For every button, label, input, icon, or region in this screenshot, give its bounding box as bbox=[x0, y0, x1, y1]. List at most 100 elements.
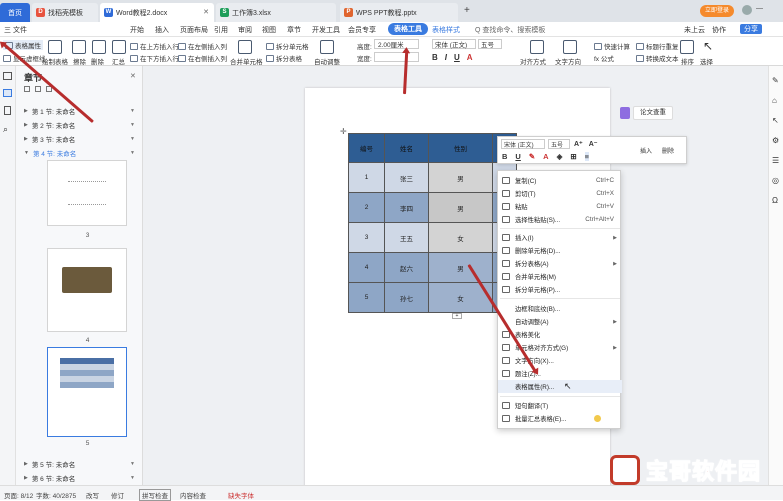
section-item[interactable]: ▶ 第 5 节: 未命名 ▼ bbox=[24, 459, 135, 469]
table-cell[interactable]: 男 bbox=[428, 162, 493, 193]
search-icon[interactable]: ⌕ bbox=[3, 124, 8, 135]
merge-cells-icon[interactable] bbox=[238, 40, 252, 54]
menu-item-split-table[interactable]: 拆分表格(A) ▶ bbox=[498, 257, 622, 270]
highlight-icon[interactable]: ✎ bbox=[529, 152, 535, 161]
shrink-font-icon[interactable]: A⁻ bbox=[589, 140, 598, 148]
grow-font-icon[interactable]: A⁺ bbox=[574, 140, 583, 148]
menu-member[interactable]: 会员专享 bbox=[348, 25, 376, 35]
minimize-icon[interactable]: — bbox=[756, 5, 763, 12]
split-cells-button[interactable]: 拆分单元格 bbox=[266, 41, 309, 51]
font-color-icon[interactable]: A bbox=[467, 53, 473, 62]
quick-calc-button[interactable]: 快速计算 bbox=[594, 41, 630, 51]
menu-item-insert[interactable]: 插入(I) ▶ bbox=[498, 231, 622, 244]
thesis-check-button[interactable]: 论文查重 bbox=[633, 106, 673, 120]
section-item[interactable]: ▶ 第 3 节: 未命名 ▼ bbox=[24, 134, 135, 144]
mini-font-select[interactable]: 宋体 (正文) bbox=[501, 139, 545, 149]
file-menu[interactable]: 三 文件 bbox=[4, 25, 27, 35]
insert-col-right-button[interactable]: 在右侧插入列 bbox=[178, 53, 227, 63]
table-cell[interactable]: 王五 bbox=[384, 222, 429, 253]
menu-home[interactable]: 开始 bbox=[130, 25, 144, 35]
bold-icon[interactable]: B bbox=[502, 152, 507, 161]
insert-row-above-button[interactable]: 在上方插入行 bbox=[130, 41, 179, 51]
tab-home[interactable]: 首页 bbox=[0, 3, 30, 22]
add-row-icon[interactable]: + bbox=[452, 313, 462, 319]
settings-icon[interactable]: ⚙ bbox=[772, 136, 779, 145]
repeat-header-button[interactable]: 标题行重复 bbox=[636, 41, 679, 51]
avatar[interactable] bbox=[742, 5, 752, 15]
align-icon[interactable] bbox=[530, 40, 544, 54]
menu-layout[interactable]: 页面布局 bbox=[180, 25, 208, 35]
align-icon[interactable]: ≡ bbox=[584, 152, 590, 161]
table-cell[interactable]: 3 bbox=[348, 222, 385, 253]
share-button[interactable]: 分享 bbox=[740, 24, 762, 34]
convert-text-button[interactable]: 转换成文本 bbox=[636, 53, 679, 63]
menu-item-delete-cells[interactable]: 删除单元格(D)... bbox=[498, 244, 622, 257]
search-commands[interactable]: Q 查找命令、搜索模板 bbox=[475, 25, 545, 35]
collapse-icon[interactable] bbox=[24, 86, 30, 92]
height-input[interactable]: 2.00厘米 bbox=[374, 39, 419, 49]
login-button[interactable]: 立即登录 bbox=[700, 5, 735, 17]
underline-icon[interactable]: U bbox=[454, 53, 460, 62]
menu-chapter[interactable]: 章节 bbox=[287, 25, 301, 35]
menu-item-paste[interactable]: 粘贴 Ctrl+V bbox=[498, 200, 622, 213]
menu-review[interactable]: 审阅 bbox=[238, 25, 252, 35]
shading-icon[interactable]: ◈ bbox=[557, 152, 563, 161]
table-cell[interactable]: 李四 bbox=[384, 192, 429, 223]
page-thumbnail[interactable] bbox=[47, 160, 127, 226]
select-cursor-icon[interactable]: ↖ bbox=[703, 39, 713, 53]
insert-row-below-button[interactable]: 在下方插入行 bbox=[130, 53, 179, 63]
font-color-icon[interactable]: A bbox=[543, 152, 548, 161]
outline-icon[interactable] bbox=[3, 72, 12, 80]
table-move-handle-icon[interactable]: ✛ bbox=[340, 127, 347, 136]
page-thumbnail[interactable] bbox=[47, 248, 127, 332]
width-input[interactable] bbox=[374, 52, 419, 62]
close-icon[interactable]: ✕ bbox=[130, 72, 136, 80]
spell-check-toggle[interactable]: 拼写检查 bbox=[139, 489, 171, 501]
menu-item-copy[interactable]: 复制(C) Ctrl+C bbox=[498, 174, 622, 187]
menu-item-batch-summary[interactable]: 批量汇总表格(E)... bbox=[498, 412, 622, 425]
section-item[interactable]: ▶ 第 2 节: 未命名 ▼ bbox=[24, 120, 135, 130]
size-select[interactable]: 五号 bbox=[478, 39, 502, 49]
table-header[interactable]: 编号 bbox=[348, 133, 385, 163]
eraser-icon[interactable] bbox=[72, 40, 86, 54]
insert-col-left-button[interactable]: 在左侧插入列 bbox=[178, 41, 227, 51]
bold-icon[interactable]: B bbox=[432, 53, 438, 62]
new-tab-button[interactable]: + bbox=[464, 5, 470, 16]
table-cell[interactable]: 5 bbox=[348, 282, 385, 313]
menu-references[interactable]: 引用 bbox=[214, 25, 228, 35]
shape-icon[interactable]: ⌂ bbox=[772, 96, 777, 105]
section-item[interactable]: ▶ 第 1 节: 未命名 ▼ bbox=[24, 106, 135, 116]
auto-fit-icon[interactable] bbox=[320, 40, 334, 54]
delete-icon[interactable] bbox=[92, 40, 106, 54]
menu-item-cut[interactable]: 剪切(T) Ctrl+X bbox=[498, 187, 622, 200]
overwrite-toggle[interactable]: 改写 bbox=[86, 490, 99, 500]
table-cell[interactable]: 女 bbox=[428, 222, 493, 253]
expand-icon[interactable] bbox=[35, 86, 41, 92]
content-check-toggle[interactable]: 内容检查 bbox=[180, 490, 206, 500]
pointer-icon[interactable]: ↖ bbox=[772, 116, 779, 125]
table-cell[interactable]: 2 bbox=[348, 192, 385, 223]
menu-item-paste-special[interactable]: 选择性粘贴(S)... Ctrl+Alt+V bbox=[498, 213, 622, 226]
tab-word-doc[interactable]: W Word教程2.docx ✕ bbox=[100, 3, 214, 22]
font-select[interactable]: 宋体 (正文) bbox=[432, 39, 476, 49]
word-count[interactable]: 字数: 40/2875 bbox=[36, 490, 76, 500]
table-cell[interactable]: 1 bbox=[348, 162, 385, 193]
section-item-active[interactable]: ▼ 第 4 节: 未命名 ▼ bbox=[24, 148, 135, 158]
menu-item-table-properties[interactable]: 表格属性(R)... ↖ bbox=[498, 380, 622, 393]
menu-item-merge-cells[interactable]: 合并单元格(M) bbox=[498, 270, 622, 283]
table-cell[interactable]: 张三 bbox=[384, 162, 429, 193]
split-table-button[interactable]: 拆分表格 bbox=[266, 53, 302, 63]
table-header[interactable]: 性别 bbox=[428, 133, 493, 163]
menu-item-borders[interactable]: 边框和底纹(B)... bbox=[498, 302, 622, 315]
table-cell[interactable]: 男 bbox=[428, 192, 493, 223]
menu-item-caption[interactable]: 题注(Z)... bbox=[498, 367, 622, 380]
bookmark-icon[interactable] bbox=[4, 106, 11, 115]
menu-insert[interactable]: 插入 bbox=[155, 25, 169, 35]
style-icon[interactable]: ✎ bbox=[772, 76, 779, 85]
mini-insert-button[interactable]: 插入 bbox=[640, 146, 652, 155]
ai-icon[interactable] bbox=[620, 107, 630, 119]
chapter-icon[interactable] bbox=[3, 89, 12, 97]
tab-ppt[interactable]: P WPS PPT教程.pptx bbox=[340, 3, 458, 22]
menu-item-text-direction[interactable]: 文字方向(X)... bbox=[498, 354, 622, 367]
mini-size-select[interactable]: 五号 bbox=[548, 139, 570, 149]
